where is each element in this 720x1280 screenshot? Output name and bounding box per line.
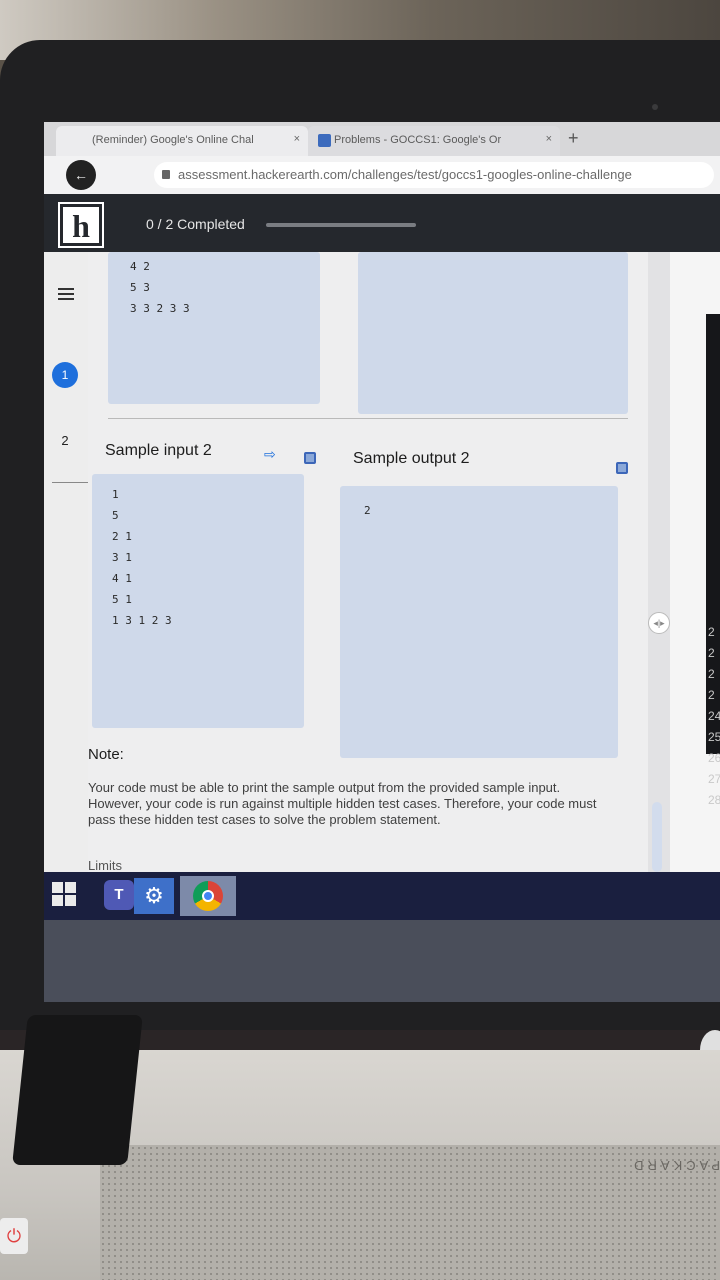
back-button[interactable]: ←	[66, 160, 96, 190]
line-number: 25	[708, 730, 720, 744]
question-rail: 1 2	[44, 252, 202, 872]
copy-icon[interactable]	[616, 462, 628, 474]
open-input-icon[interactable]: ⇨	[264, 446, 276, 463]
section-divider	[108, 418, 628, 419]
question-2-button[interactable]: 2	[52, 428, 78, 454]
code-line: 1 3 1 2 3	[112, 614, 172, 627]
code-line: 2	[364, 504, 371, 517]
code-editor-panel: 2 2 2 2 24 25 26 27 28	[670, 252, 720, 872]
line-number: 2	[708, 688, 715, 702]
tab-label: (Reminder) Google's Online Chal	[92, 134, 254, 146]
problem-content: 4 2 5 3 3 3 2 3 3 Sample input 2 ⇨ Sampl…	[88, 252, 648, 873]
url-input[interactable]: assessment.hackerearth.com/challenges/te…	[154, 162, 714, 188]
browser-address-bar: ← assessment.hackerearth.com/challenges/…	[44, 156, 720, 194]
sample-output-2-title: Sample output 2	[353, 450, 470, 467]
limits-heading: Limits	[88, 858, 122, 873]
line-number: 26	[708, 751, 720, 765]
power-icon[interactable]: ⏻	[0, 1218, 28, 1254]
chrome-icon	[193, 881, 223, 911]
panel-splitter[interactable]: ◂|▸	[648, 252, 670, 872]
line-number: 27	[708, 772, 720, 786]
copy-icon[interactable]	[304, 452, 316, 464]
hinge-clip	[12, 1015, 143, 1165]
code-line: 5 3	[130, 281, 150, 294]
question-1-button[interactable]: 1	[52, 362, 78, 388]
windows-start-icon[interactable]	[52, 882, 76, 906]
code-line: 5 1	[112, 593, 132, 606]
browser-tab-problems[interactable]: Problems - GOCCS1: Google's Or ×	[308, 126, 560, 156]
hackerearth-favicon-icon	[318, 134, 331, 147]
note-body: Your code must be able to print the samp…	[88, 780, 597, 827]
scrollbar-thumb[interactable]	[652, 802, 662, 872]
menu-icon[interactable]	[58, 288, 74, 300]
code-line: 4 2	[130, 260, 150, 273]
settings-icon[interactable]: ⚙	[134, 878, 174, 914]
code-line: 4 1	[112, 572, 132, 585]
new-tab-button[interactable]: +	[568, 128, 579, 149]
webcam-dot	[652, 104, 658, 110]
sample-input-1-box: 4 2 5 3 3 3 2 3 3	[108, 252, 320, 404]
code-line: 1	[112, 488, 119, 501]
line-number: 28	[708, 793, 720, 807]
sample-input-2-title: Sample input 2	[105, 442, 212, 459]
code-line: 5	[112, 509, 119, 522]
lock-icon	[162, 170, 170, 179]
line-number: 2	[708, 646, 715, 660]
tab-label: Problems - GOCCS1: Google's Or	[334, 134, 502, 146]
code-line: 2 1	[112, 530, 132, 543]
line-number: 24	[708, 709, 720, 723]
browser-tabstrip: (Reminder) Google's Online Chal × Proble…	[44, 122, 720, 156]
laptop-screen: (Reminder) Google's Online Chal × Proble…	[44, 122, 720, 1002]
line-number: 2	[708, 625, 715, 639]
screen-lower-area	[44, 920, 720, 1002]
code-line: 3 3 2 3 3	[130, 302, 190, 315]
app-header: h 0 / 2 Completed	[44, 194, 720, 252]
note-title: Note:	[88, 746, 124, 763]
hackerearth-logo[interactable]: h	[58, 202, 104, 248]
sample-output-2-box: 2	[340, 486, 618, 758]
code-line: 3 1	[112, 551, 132, 564]
close-icon[interactable]: ×	[294, 133, 300, 145]
url-text: assessment.hackerearth.com/challenges/te…	[178, 167, 632, 182]
splitter-handle-icon[interactable]: ◂|▸	[648, 612, 670, 634]
chrome-taskbar-button[interactable]	[180, 876, 236, 916]
progress-bar	[266, 223, 416, 227]
line-number: 2	[708, 667, 715, 681]
close-icon[interactable]: ×	[546, 133, 552, 145]
browser-tab-reminder[interactable]: (Reminder) Google's Online Chal ×	[56, 126, 308, 156]
editor-line-numbers: 2 2 2 2 24 25 26 27 28	[708, 622, 720, 811]
keyboard-brand-text: PACKARD	[630, 1158, 720, 1173]
sample-input-2-box: 1 5 2 1 3 1 4 1 5 1 1 3 1 2 3	[92, 474, 304, 728]
windows-taskbar: T ⚙	[44, 872, 720, 920]
sample-output-1-box	[358, 252, 628, 414]
teams-icon[interactable]: T	[104, 880, 134, 910]
progress-text: 0 / 2 Completed	[146, 216, 245, 232]
